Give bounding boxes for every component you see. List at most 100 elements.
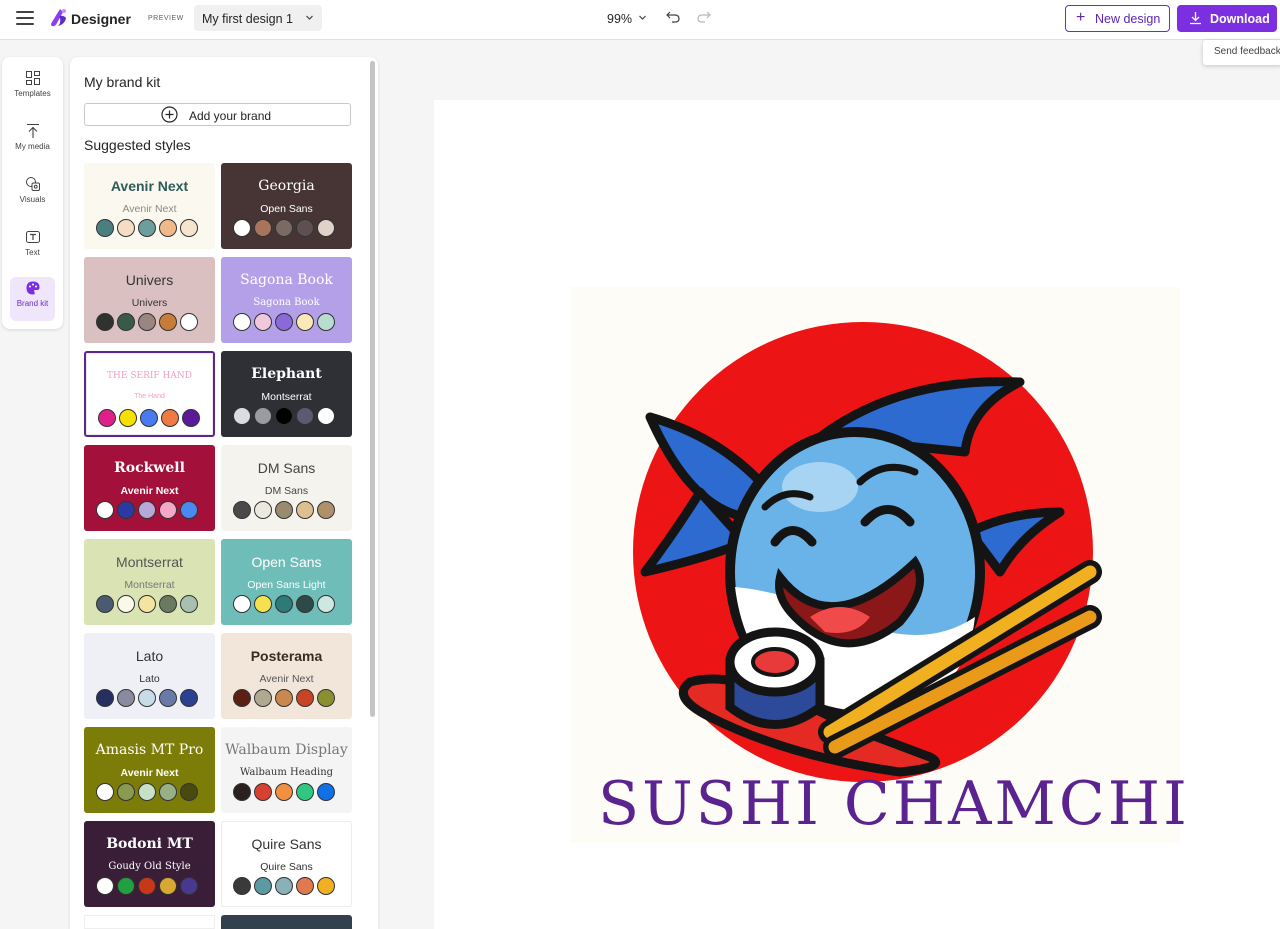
style-card[interactable]: Univers Univers	[84, 257, 215, 343]
style-heading-font: DM Sans	[257, 460, 316, 476]
color-swatches	[233, 313, 335, 331]
style-card[interactable]: Avenir Next Avenir Next	[84, 163, 215, 249]
style-heading-font: Montserrat	[116, 554, 183, 570]
color-swatch	[254, 313, 272, 331]
color-swatch	[233, 219, 251, 237]
style-body-font: Lato	[139, 673, 160, 685]
design-name-dropdown[interactable]: My first design 1	[194, 5, 322, 31]
color-swatch	[159, 219, 177, 237]
style-card[interactable]: Bodoni MT Goudy Old Style	[84, 821, 215, 907]
color-swatch	[233, 783, 251, 801]
style-heading-font: Bodoni MT	[106, 836, 193, 852]
style-card[interactable]: Open Sans Open Sans Light	[221, 539, 352, 625]
color-swatch	[254, 783, 272, 801]
color-swatch	[275, 689, 293, 707]
color-swatch	[296, 783, 314, 801]
rail-item-visuals[interactable]: Visuals	[10, 173, 55, 217]
color-swatch	[275, 313, 293, 331]
download-button[interactable]: Download	[1177, 5, 1277, 32]
color-swatch	[96, 219, 114, 237]
style-body-font: Montserrat	[261, 391, 312, 403]
color-swatch	[275, 407, 293, 425]
color-swatch	[317, 501, 335, 519]
color-swatch	[275, 595, 293, 613]
style-heading-font: Georgia	[258, 178, 315, 194]
menu-icon[interactable]	[16, 11, 34, 25]
style-card[interactable]: Rockwell Avenir Next	[84, 445, 215, 531]
style-card[interactable]: Georgia Open Sans	[221, 163, 352, 249]
color-swatch	[317, 877, 335, 895]
color-swatches	[233, 689, 335, 707]
sushi-mascot-artwork[interactable]	[570, 287, 1180, 843]
undo-icon[interactable]	[666, 10, 680, 24]
panel-scrollbar[interactable]	[370, 61, 375, 717]
style-card[interactable]: Montserrat Montserrat	[84, 539, 215, 625]
style-body-font: DM Sans	[264, 485, 309, 497]
style-heading-font: Elephant	[251, 366, 322, 382]
add-brand-button[interactable]: Add your brand	[84, 103, 351, 126]
style-card[interactable]: Walbaum Display Walbaum Heading	[221, 727, 352, 813]
rail-item-templates[interactable]: Templates	[10, 67, 55, 111]
design-name-label: My first design 1	[202, 12, 294, 26]
left-rail: Templates My media Visuals Text Brand ki…	[2, 57, 63, 329]
zoom-dropdown[interactable]: 99%	[607, 12, 646, 26]
style-card[interactable]: Elephant Montserrat	[221, 351, 352, 437]
color-swatch	[296, 313, 314, 331]
color-swatch	[117, 783, 135, 801]
color-swatch	[159, 689, 177, 707]
style-heading-font: Sagona Book	[240, 272, 333, 288]
color-swatch	[117, 501, 135, 519]
color-swatch	[317, 595, 335, 613]
color-swatch	[180, 501, 198, 519]
style-card[interactable]: Posterama Avenir Next	[221, 633, 352, 719]
color-swatch	[180, 219, 198, 237]
color-swatch	[138, 877, 156, 895]
style-card[interactable]: Quire Sans Quire Sans	[221, 821, 352, 907]
color-swatch	[254, 595, 272, 613]
color-swatch	[275, 877, 293, 895]
color-swatch	[296, 877, 314, 895]
rail-item-my-media[interactable]: My media	[10, 120, 55, 164]
color-swatch	[96, 783, 114, 801]
style-heading-font: THE SERIF HAND	[107, 371, 192, 381]
rail-item-brand-kit[interactable]: Brand kit	[10, 277, 55, 321]
style-card[interactable]: THE SERIF HAND The Hand	[84, 351, 215, 437]
color-swatch	[254, 689, 272, 707]
add-brand-label: Add your brand	[189, 109, 272, 123]
designer-logo	[51, 9, 66, 27]
color-swatch	[296, 407, 314, 425]
style-card[interactable]: DM Sans DM Sans	[221, 445, 352, 531]
style-heading-font: Open Sans	[251, 554, 322, 570]
rail-item-text[interactable]: Text	[10, 226, 55, 270]
color-swatch	[159, 877, 177, 895]
color-swatches	[96, 689, 198, 707]
color-swatch	[138, 219, 156, 237]
color-swatch	[96, 595, 114, 613]
style-body-font: Avenir Next	[122, 203, 177, 215]
send-feedback-tooltip[interactable]: Send feedback	[1203, 40, 1280, 65]
app-title: Designer	[71, 11, 131, 27]
style-body-font: Avenir Next	[259, 673, 314, 685]
color-swatch	[138, 783, 156, 801]
style-body-font: Avenir Next	[120, 485, 179, 497]
panel-title: My brand kit	[84, 74, 161, 90]
upload-icon	[26, 123, 39, 138]
color-swatches	[96, 595, 198, 613]
style-card[interactable]: Sagona Book Sagona Book	[221, 257, 352, 343]
style-card-partial	[221, 915, 352, 929]
color-swatches	[233, 877, 335, 895]
new-design-button[interactable]: + New design	[1065, 5, 1170, 32]
style-heading-font: Posterama	[250, 648, 323, 664]
brand-text[interactable]: SUSHI CHAMCHI	[598, 771, 1187, 837]
color-swatches	[96, 219, 198, 237]
color-swatch	[138, 501, 156, 519]
chevron-down-icon	[639, 15, 646, 20]
color-swatch	[233, 313, 251, 331]
style-body-font: Goudy Old Style	[108, 861, 191, 872]
style-card[interactable]: Amasis MT Pro Avenir Next	[84, 727, 215, 813]
redo-icon[interactable]	[697, 10, 711, 24]
color-swatch	[317, 313, 335, 331]
color-swatch	[180, 877, 198, 895]
style-card[interactable]: Lato Lato	[84, 633, 215, 719]
color-swatch	[180, 783, 198, 801]
